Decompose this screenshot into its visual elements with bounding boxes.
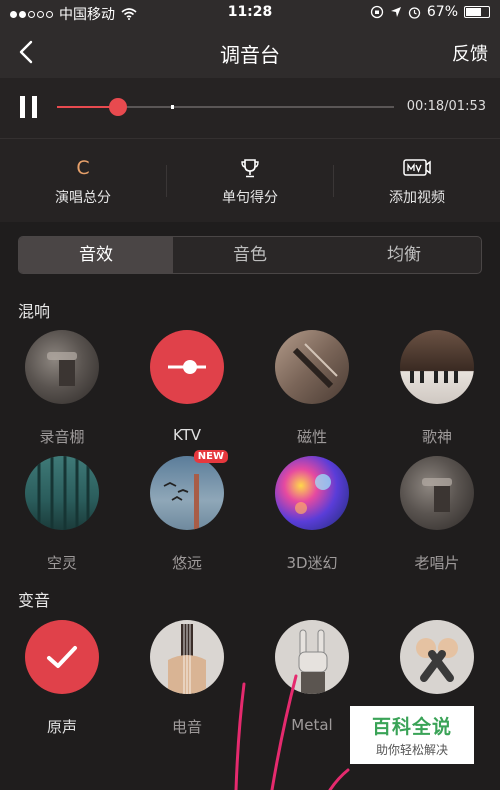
alarm-icon	[408, 6, 421, 19]
slider-handle[interactable]	[108, 98, 127, 116]
status-bar: 中国移动 11:28 67%	[0, 0, 500, 26]
effect-3d-psychedelic[interactable]: 3D迷幻	[257, 456, 367, 573]
total-score-label: 演唱总分	[55, 190, 111, 206]
effect-label: 原声	[46, 718, 77, 736]
effect-studio[interactable]: 录音棚	[7, 330, 117, 447]
status-right: 67%	[370, 4, 490, 20]
voice-original[interactable]: 原声	[7, 620, 117, 737]
gramophone-thumbnail	[400, 456, 474, 530]
watermark-subtitle: 助你轻松解决	[375, 743, 448, 757]
watermark-title: 百科全说	[371, 716, 452, 738]
effect-tabs: 音效 音色 均衡	[18, 236, 482, 274]
playback-time: 00:18/01:53	[406, 99, 486, 114]
microphones-thumbnail	[400, 620, 474, 694]
line-score-button[interactable]: 单句得分	[167, 139, 333, 223]
magnetic-thumbnail	[275, 330, 349, 404]
bridge-thumbnail	[150, 456, 224, 530]
effect-ktv[interactable]: KTV	[132, 330, 242, 444]
score-grade: C	[76, 157, 90, 179]
effect-label: 歌神	[421, 428, 452, 446]
effect-label: 老唱片	[414, 554, 460, 572]
tab-equalizer[interactable]: 均衡	[327, 237, 481, 273]
guitar-thumbnail	[150, 620, 224, 694]
rotation-lock-icon	[370, 5, 384, 19]
psychedelic-thumbnail	[275, 456, 349, 530]
effect-magnetic[interactable]: 磁性	[257, 330, 367, 447]
reverb-section-title: 混响	[18, 302, 51, 321]
original-thumbnail	[25, 620, 99, 694]
mv-icon	[403, 159, 431, 176]
page-title: 调音台	[220, 43, 280, 67]
trophy-icon	[241, 159, 259, 178]
guitar-icon	[168, 624, 206, 694]
forest-thumbnail	[25, 456, 99, 530]
nav-bar: 调音台 反馈	[0, 26, 500, 78]
tab-timbre[interactable]: 音色	[173, 237, 327, 273]
buffer-marker	[170, 105, 174, 109]
rock-hand-icon	[298, 629, 328, 694]
battery-percent: 67%	[426, 4, 458, 20]
voice-electronic[interactable]: 电音	[132, 620, 242, 737]
effect-label: 空灵	[46, 554, 77, 572]
battery-icon	[464, 6, 490, 18]
metal-thumbnail	[275, 620, 349, 694]
microphones-icon	[416, 638, 458, 682]
playback-slider[interactable]	[57, 98, 394, 116]
effect-label: 3D迷幻	[286, 554, 338, 572]
effect-label: KTV	[172, 426, 202, 444]
effect-label: 录音棚	[39, 428, 85, 446]
add-video-button[interactable]: 添加视频	[334, 139, 500, 223]
piano-thumbnail	[400, 330, 474, 404]
effect-label: 电音	[171, 718, 202, 736]
effect-distant[interactable]: NEW 悠远	[132, 450, 242, 573]
location-icon	[390, 7, 401, 17]
line-score-label: 单句得分	[222, 190, 278, 206]
voice-change-section-title: 变音	[18, 591, 51, 610]
effect-singer-god[interactable]: 歌神	[382, 330, 492, 447]
add-video-label: 添加视频	[389, 190, 445, 206]
watermark-logo: 百科全说 助你轻松解决	[350, 706, 474, 764]
total-score-button[interactable]: C 演唱总分	[0, 139, 166, 223]
pause-icon[interactable]	[20, 96, 40, 118]
playback-bar: 00:18/01:53	[0, 78, 500, 138]
effect-old-record[interactable]: 老唱片	[382, 456, 492, 573]
feedback-button[interactable]: 反馈	[452, 40, 488, 66]
studio-thumbnail	[25, 330, 99, 404]
effect-ethereal[interactable]: 空灵	[7, 456, 117, 573]
effect-label: 磁性	[296, 428, 327, 446]
score-row: C 演唱总分 单句得分 添加视频	[0, 138, 500, 222]
voice-chorus[interactable]	[382, 620, 492, 716]
check-icon	[47, 646, 77, 668]
effect-label: 悠远	[171, 554, 202, 572]
ktv-thumbnail	[150, 330, 224, 404]
new-badge: NEW	[193, 450, 228, 463]
tab-sound-effect[interactable]: 音效	[19, 237, 173, 273]
